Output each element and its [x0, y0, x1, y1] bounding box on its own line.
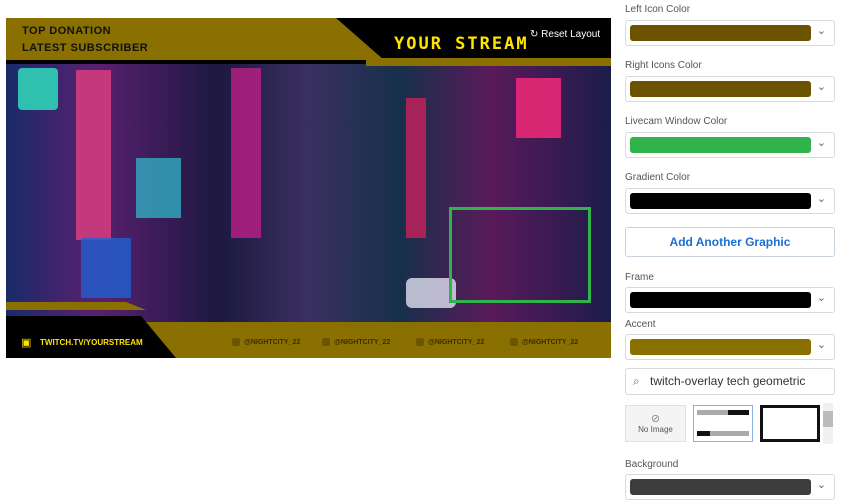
chevron-down-icon: ⌄: [816, 193, 826, 205]
gradient-color-select[interactable]: ⌄: [625, 188, 835, 214]
chevron-down-icon: ⌄: [816, 339, 826, 351]
gradient-color-label: Gradient Color: [625, 172, 691, 183]
chevron-down-icon: ⌄: [816, 479, 826, 491]
frame-label: Frame: [625, 272, 654, 283]
background-select[interactable]: ⌄: [625, 474, 835, 500]
thumbnail-scrollbar[interactable]: [823, 403, 833, 444]
left-icon-color-select[interactable]: ⌄: [625, 20, 835, 46]
accent-label: Accent: [625, 319, 656, 330]
right-icons-color-label: Right Icons Color: [625, 60, 702, 71]
discord-icon: [510, 338, 518, 346]
add-graphic-button[interactable]: Add Another Graphic: [625, 227, 835, 257]
frame-select[interactable]: ⌄: [625, 287, 835, 313]
overlay-preview: TOP DONATION LATEST SUBSCRIBER YOUR STRE…: [6, 18, 611, 358]
search-icon: ⌕: [633, 374, 640, 388]
thumbnail-option-1[interactable]: [693, 405, 753, 442]
facebook-icon: [232, 338, 240, 346]
chevron-down-icon: ⌄: [816, 25, 826, 37]
twitch-url: TWITCH.TV/YOURSTREAM: [40, 338, 143, 347]
stream-title: YOUR STREAM: [394, 34, 529, 54]
top-donation-label: TOP DONATION: [22, 25, 112, 37]
eye-off-icon: ⊘: [650, 413, 661, 425]
livecam-color-label: Livecam Window Color: [625, 116, 728, 127]
livecam-color-select[interactable]: ⌄: [625, 132, 835, 158]
right-icons-color-select[interactable]: ⌄: [625, 76, 835, 102]
livecam-window[interactable]: [449, 207, 591, 303]
latest-subscriber-label: LATEST SUBSCRIBER: [22, 42, 149, 54]
chevron-down-icon: ⌄: [816, 292, 826, 304]
chevron-down-icon: ⌄: [816, 137, 826, 149]
background-label: Background: [625, 459, 679, 470]
twitch-icon: ▣: [21, 337, 32, 349]
left-icon-color-label: Left Icon Color: [625, 4, 691, 15]
youtube-icon: [416, 338, 424, 346]
accent-select[interactable]: ⌄: [625, 334, 835, 360]
social-twitter: @NIGHTCITY_22: [322, 338, 390, 346]
thumbnail-option-2[interactable]: [760, 405, 820, 442]
reset-layout-button[interactable]: ↻ Reset Layout: [530, 29, 600, 40]
social-discord: @NIGHTCITY_22: [510, 338, 578, 346]
twitter-icon: [322, 338, 330, 346]
social-facebook: @NIGHTCITY_22: [232, 338, 300, 346]
reset-icon: ↻: [530, 29, 539, 40]
graphic-thumbnails: ⊘ No Image: [625, 403, 835, 444]
chevron-down-icon: ⌄: [816, 81, 826, 93]
social-youtube: @NIGHTCITY_22: [416, 338, 484, 346]
graphic-search-input[interactable]: ⌕ twitch-overlay tech geometric: [625, 368, 835, 395]
no-image-option[interactable]: ⊘ No Image: [625, 405, 686, 442]
